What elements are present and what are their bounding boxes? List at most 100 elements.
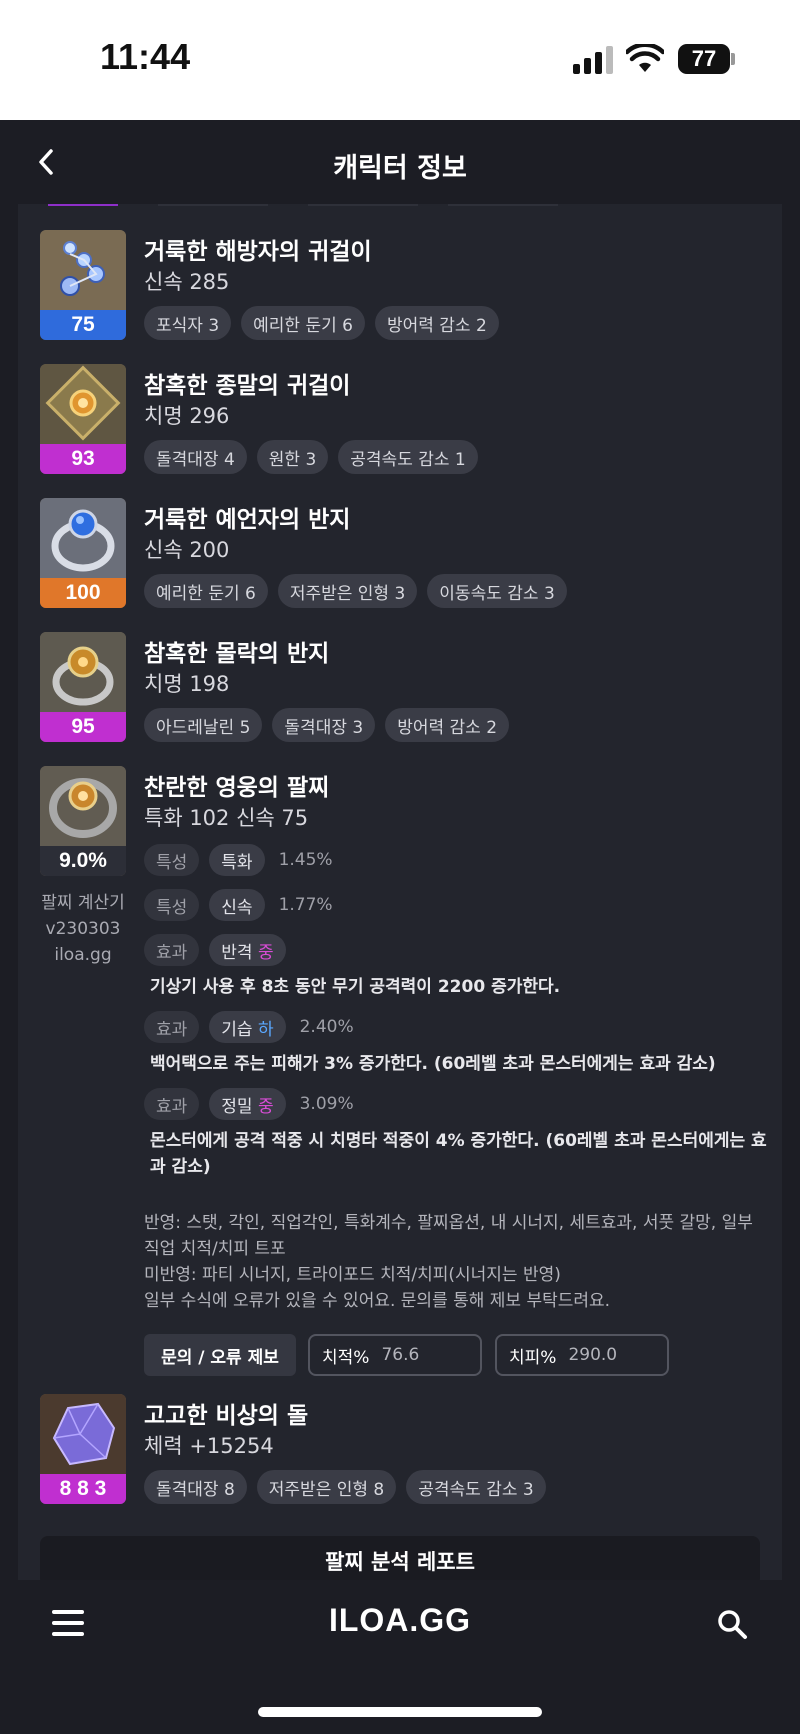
bracelet-icon: [40, 766, 126, 846]
engraving-tag: 아드레날린 5: [144, 708, 263, 742]
effect-description: 백어택으로 주는 피해가 3% 증가한다. (60레벨 초과 몬스터에게는 효과…: [150, 1054, 716, 1074]
app-header: 캐릭터 정보: [0, 120, 800, 204]
effect-grade: 중: [257, 1096, 274, 1117]
ring-icon: [40, 632, 126, 712]
note-unapplied: 미반영: 파티 시너지, 트라이포드 치적/치피(시너지는 반영): [144, 1265, 561, 1285]
calc-title: 팔찌 계산기: [41, 893, 125, 913]
engraving-tag: 공격속도 감소 1: [338, 440, 478, 474]
accessory-row[interactable]: 75 거룩한 해방자의 귀걸이 신속 285 포식자 3 예리한 둔기 6 방어…: [40, 230, 770, 350]
ability-stone-row[interactable]: 8 8 3 고고한 비상의 돌 체력 +15254 돌격대장 8 저주받은 인형…: [40, 1394, 770, 1514]
engraving-tag: 이동속도 감소 3: [427, 574, 567, 608]
accessory-row[interactable]: 93 참혹한 종말의 귀걸이 치명 296 돌격대장 4 원한 3 공격속도 감…: [40, 364, 770, 484]
accessory-name: 거룩한 해방자의 귀걸이: [144, 239, 372, 265]
report-error-button[interactable]: 문의 / 오류 제보: [144, 1334, 296, 1376]
search-icon[interactable]: [716, 1608, 748, 1640]
earring-icon: [40, 364, 126, 444]
option-name: 특화: [209, 844, 265, 876]
tab-divider: [158, 204, 268, 206]
quality-badge: 93: [40, 444, 126, 474]
stone-icon: [40, 1394, 126, 1474]
wifi-icon: [626, 44, 664, 72]
accessory-name: 참혹한 종말의 귀걸이: [144, 373, 351, 399]
calc-notes: 반영: 스탯, 각인, 직업각인, 특화계수, 팔찌옵션, 내 시너지, 세트효…: [144, 1210, 764, 1314]
effect-description: 기상기 사용 후 8초 동안 무기 공격력이 2200 증가한다.: [150, 977, 561, 997]
option-percent: 1.77%: [278, 895, 333, 915]
option-kind: 효과: [144, 1011, 200, 1043]
crit-damage-input[interactable]: [568, 1345, 659, 1365]
option-kind: 효과: [144, 934, 200, 966]
option-percent: 1.45%: [278, 850, 333, 870]
option-percent: 2.40%: [299, 1017, 354, 1037]
crit-rate-field[interactable]: 치적%: [308, 1334, 482, 1376]
crit-damage-field[interactable]: 치피%: [495, 1334, 669, 1376]
option-kind: 특성: [144, 844, 200, 876]
battery-cap: [731, 53, 735, 65]
crit-damage-label: 치피%: [509, 1347, 557, 1368]
note-applied: 반영: 스탯, 각인, 직업각인, 특화계수, 팔찌옵션, 내 시너지, 세트효…: [144, 1213, 753, 1259]
engraving-tag: 돌격대장 3: [272, 708, 376, 742]
engraving-tag: 저주받은 인형 3: [277, 574, 418, 608]
effect-grade: 하: [257, 1019, 274, 1040]
bracelet-calculator-info: 팔찌 계산기 v230303 iloa.gg: [40, 890, 126, 968]
tab-divider: [308, 204, 418, 206]
engraving-tag: 돌격대장 4: [144, 440, 247, 474]
option-name: 기습 하: [209, 1011, 286, 1043]
crit-rate-label: 치적%: [322, 1347, 370, 1368]
quality-badge: 75: [40, 310, 126, 340]
trait-row: 특성 특화 1.45%: [144, 844, 333, 876]
effect-row: 효과 기습 하 2.40%: [144, 1011, 354, 1043]
engraving-tag: 돌격대장 8: [144, 1470, 247, 1504]
option-kind: 특성: [144, 889, 200, 921]
bracelet-section: 9.0% 팔찌 계산기 v230303 iloa.gg 찬란한 영웅의 팔찌 특…: [40, 766, 770, 1406]
battery-icon: 77: [678, 44, 730, 74]
tab-divider: [448, 204, 558, 206]
engraving-tag: 원한 3: [256, 440, 329, 474]
option-percent: 3.09%: [299, 1094, 354, 1114]
accessory-name: 참혹한 몰락의 반지: [144, 641, 330, 667]
accessory-image: 100: [40, 498, 126, 608]
bracelet-stat: 특화 102 신속 75: [144, 806, 309, 830]
effect-name: 반격: [221, 942, 253, 963]
trait-row: 특성 신속 1.77%: [144, 889, 333, 921]
accessory-stat: 치명 296: [144, 404, 230, 428]
home-indicator: [258, 1707, 542, 1717]
stone-quality-badge: 8 8 3: [40, 1474, 126, 1504]
app-logo[interactable]: ILOA.GG: [0, 1602, 800, 1639]
accessory-image: 95: [40, 632, 126, 742]
effect-grade: 중: [257, 942, 274, 963]
effect-name: 기습: [221, 1019, 253, 1040]
engraving-tag: 방어력 감소 2: [385, 708, 510, 742]
option-kind: 효과: [144, 1088, 200, 1120]
page-title: 캐릭터 정보: [333, 153, 467, 184]
note-error: 일부 수식에 오류가 있을 수 있어요. 문의를 통해 제보 부탁드려요.: [144, 1291, 611, 1311]
stone-name: 고고한 비상의 돌: [144, 1403, 309, 1429]
effect-row: 효과 반격 중: [144, 934, 286, 966]
ring-icon: [40, 498, 126, 578]
accessory-stat: 신속 285: [144, 270, 230, 294]
content-panel: 75 거룩한 해방자의 귀걸이 신속 285 포식자 3 예리한 둔기 6 방어…: [18, 204, 782, 1580]
signal-icon: [573, 46, 615, 74]
accessory-row[interactable]: 95 참혹한 몰락의 반지 치명 198 아드레날린 5 돌격대장 3 방어력 …: [40, 632, 770, 752]
calc-version: v230303: [45, 919, 121, 939]
effect-row: 효과 정밀 중 3.09%: [144, 1088, 354, 1120]
accessory-image: 93: [40, 364, 126, 474]
tab-indicator: [48, 204, 118, 206]
stone-stat: 체력 +15254: [144, 1434, 274, 1458]
engraving-tag: 방어력 감소 2: [374, 306, 499, 340]
effect-name: 정밀: [221, 1096, 253, 1117]
engraving-tag: 포식자 3: [144, 306, 232, 340]
option-name: 신속: [209, 889, 265, 921]
earring-icon: [40, 230, 126, 310]
engraving-tag: 예리한 둔기 6: [144, 574, 268, 608]
crit-rate-input[interactable]: [381, 1345, 472, 1365]
option-name: 반격 중: [209, 934, 286, 966]
accessory-stat: 치명 198: [144, 672, 230, 696]
bracelet-analysis-report-button[interactable]: 팔찌 분석 레포트: [40, 1536, 760, 1580]
accessory-name: 거룩한 예언자의 반지: [144, 507, 351, 533]
bracelet-percent-badge: 9.0%: [40, 846, 126, 876]
quality-badge: 95: [40, 712, 126, 742]
effect-description: 몬스터에게 공격 적중 시 치명타 적중이 4% 증가한다. (60레벨 초과 …: [150, 1131, 767, 1177]
accessory-row[interactable]: 100 거룩한 예언자의 반지 신속 200 예리한 둔기 6 저주받은 인형 …: [40, 498, 770, 618]
bracelet-image: 9.0%: [40, 766, 126, 876]
accessory-stat: 신속 200: [144, 538, 230, 562]
